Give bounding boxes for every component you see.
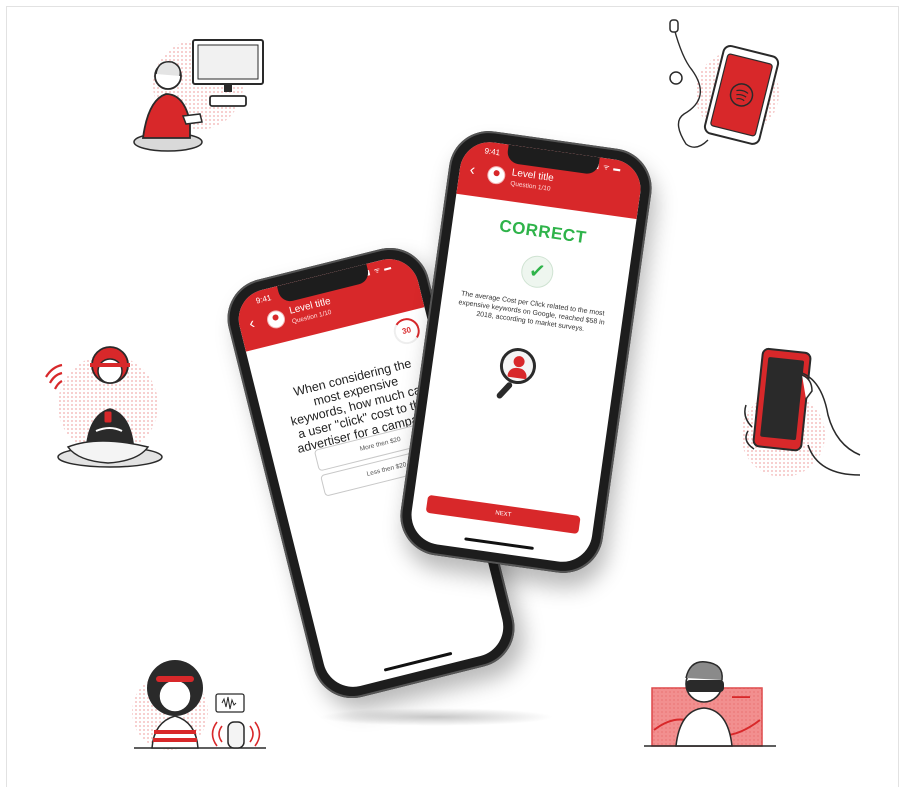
floor-shadow: [318, 708, 554, 726]
next-button[interactable]: NEXT: [425, 494, 581, 535]
checkmark-icon: ✓: [519, 253, 556, 290]
marketing-canvas: ▬▬▬ 9:41 ▮▮ ᯤ ▬ ‹ Level title Question 1…: [0, 0, 907, 789]
music-phone-icon: [669, 19, 780, 148]
svg-text:▬▬▬: ▬▬▬: [732, 694, 750, 700]
magnifier-user-icon: [497, 345, 539, 387]
back-chevron-icon[interactable]: ‹: [468, 161, 477, 180]
gamer-icon: [133, 39, 264, 152]
wifi-girl-icon: [45, 346, 163, 468]
avatar: [486, 164, 507, 186]
vr-user-icon: ▬▬▬: [644, 661, 776, 747]
explanation-text: The average Cost per Click related to th…: [457, 290, 606, 333]
result-heading: CORRECT: [498, 216, 588, 248]
magnifier-handle: [495, 381, 514, 400]
smart-speaker-icon: [132, 660, 266, 750]
countdown-timer: 30: [390, 315, 423, 347]
back-chevron-icon[interactable]: ‹: [247, 315, 257, 334]
status-time: 9:41: [254, 293, 273, 306]
home-indicator: [464, 537, 534, 550]
avatar: [265, 308, 287, 331]
status-time: 9:41: [483, 146, 501, 158]
hand-phone-icon: [741, 347, 861, 477]
